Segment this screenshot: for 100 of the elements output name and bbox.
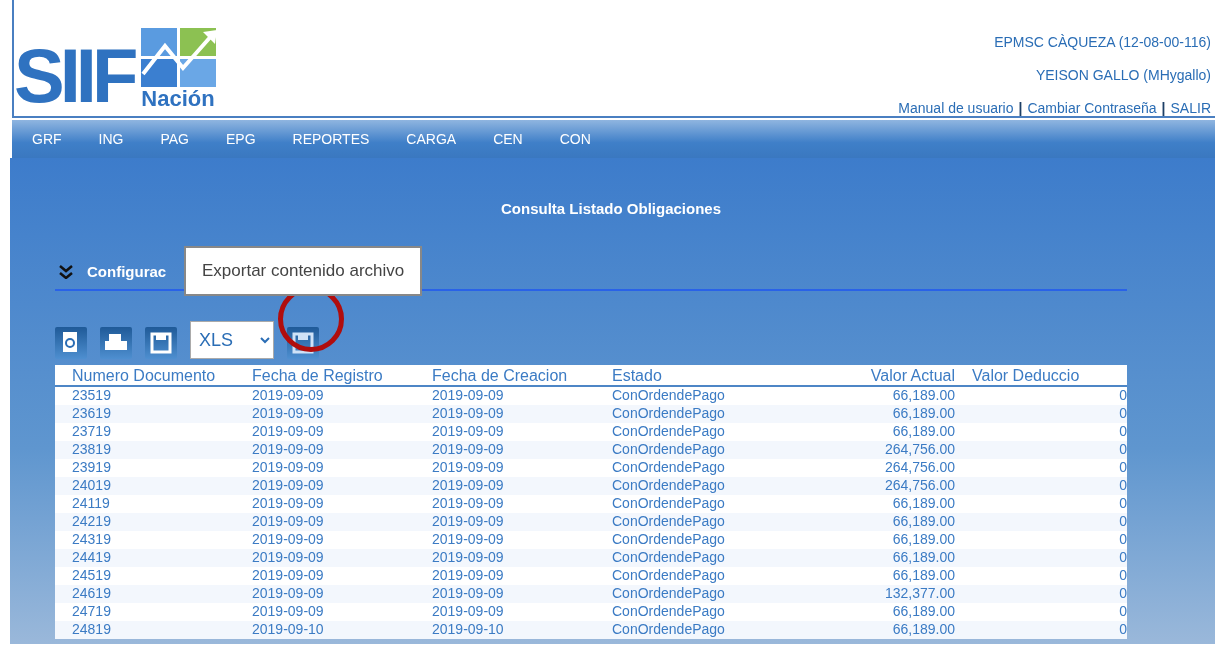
table-cell-text: 66,189.00	[891, 513, 955, 531]
table-cell-text: 23819	[71, 441, 112, 459]
table-cell-text: 264,756.00	[883, 459, 955, 477]
table-cell-text: 23619	[71, 405, 112, 423]
table-cell-text: 24819	[71, 621, 112, 639]
table-cell-text: 2019-09-09	[431, 585, 505, 603]
table-cell-text: 2019-09-09	[251, 567, 325, 585]
table-cell-text: 264,756.00	[883, 441, 955, 459]
table-cell-text: 2019-09-09	[431, 477, 505, 495]
table-cell-text: 2019-09-09	[431, 495, 505, 513]
table-cell-text: 2019-09-09	[251, 513, 325, 531]
table-cell-text: ConOrdendePago	[611, 405, 726, 423]
column-header[interactable]: Estado	[595, 365, 795, 385]
table-cell-text: 2019-09-09	[251, 549, 325, 567]
table-cell-text: 0	[1118, 441, 1127, 459]
column-header[interactable]: Valor Deduccio	[955, 365, 1127, 385]
table-cell-text: 0	[1118, 387, 1127, 405]
menu-item[interactable]: ING	[98, 128, 124, 150]
table-cell-text: 2019-09-09	[251, 441, 325, 459]
table-cell-text: 264,756.00	[883, 477, 955, 495]
menu-item[interactable]: EPG	[226, 128, 256, 150]
table-cell-text: 0	[1118, 513, 1127, 531]
table-cell-text: 2019-09-09	[251, 495, 325, 513]
table-cell-text: ConOrdendePago	[611, 441, 726, 459]
table-cell-text: ConOrdendePago	[611, 567, 726, 585]
header-link[interactable]: Cambiar Contraseña	[1027, 98, 1157, 119]
section-title: Configurac	[87, 261, 167, 282]
menu-item[interactable]: GRF	[32, 128, 62, 150]
table-cell-text: 2019-09-09	[251, 603, 325, 621]
table-cell-text: 23719	[71, 423, 112, 441]
table-cell-text: 2019-09-09	[431, 441, 505, 459]
table-cell-text: 0	[1118, 603, 1127, 621]
table-cell-text: 0	[1118, 531, 1127, 549]
table-cell-text: 0	[1118, 423, 1127, 441]
table-cell-text: 23519	[71, 387, 112, 405]
page-title: Consulta Listado Obligaciones	[500, 199, 722, 219]
table-cell-text: 2019-09-09	[251, 477, 325, 495]
table-cell-text: 2019-09-09	[251, 423, 325, 441]
user-label: YEISON GALLO (MHygallo)	[1034, 66, 1211, 85]
table-cell-text: 24719	[71, 603, 112, 621]
table-cell-text: 24519	[71, 567, 112, 585]
table-cell-text: 2019-09-09	[431, 387, 505, 405]
table-cell-text: 66,189.00	[891, 405, 955, 423]
table-cell-text: 66,189.00	[891, 423, 955, 441]
table-cell-text: ConOrdendePago	[611, 621, 726, 639]
menu-item[interactable]: CARGA	[406, 128, 457, 150]
table-cell-text: 24219	[71, 513, 112, 531]
table-cell-text: 0	[1118, 495, 1127, 513]
toolbar-button[interactable]	[100, 327, 132, 359]
logo-text: SIIF	[14, 41, 135, 110]
table-cell-text: 2019-09-09	[431, 531, 505, 549]
column-header[interactable]: Fecha de Registro	[235, 365, 415, 385]
menu-item[interactable]: CEN	[493, 128, 523, 150]
table-cell-text: 66,189.00	[891, 621, 955, 639]
menu-item[interactable]: CON	[559, 128, 591, 150]
table-cell-text: 24419	[71, 549, 112, 567]
table-cell-text: 66,189.00	[891, 603, 955, 621]
table-cell-text: 2019-09-09	[431, 423, 505, 441]
menu-item[interactable]: PAG	[160, 128, 189, 150]
table-cell-text: 2019-09-09	[431, 549, 505, 567]
table-cell-text: 2019-09-09	[251, 585, 325, 603]
table-cell-text: 2019-09-09	[251, 405, 325, 423]
toolbar-button[interactable]	[145, 327, 177, 359]
table-cell-text: 66,189.00	[891, 495, 955, 513]
table-cell-text: 2019-09-09	[251, 531, 325, 549]
table-cell-text: 0	[1118, 405, 1127, 423]
table-cell-text: 132,377.00	[883, 585, 955, 603]
header-link[interactable]: SALIR	[1170, 98, 1211, 119]
header-link[interactable]: Manual de usuario	[898, 98, 1014, 119]
table-cell-text: 66,189.00	[891, 549, 955, 567]
column-header[interactable]: Numero Documento	[55, 365, 235, 385]
format-select[interactable]: XLS	[190, 321, 274, 359]
table-cell-text: 0	[1118, 621, 1127, 639]
table-cell-text: ConOrdendePago	[611, 513, 726, 531]
table-cell-text: 24119	[71, 495, 111, 513]
toolbar-button[interactable]	[55, 327, 87, 359]
table-cell-text: 2019-09-09	[251, 459, 325, 477]
table-cell-text: ConOrdendePago	[611, 477, 726, 495]
table-cell-text: ConOrdendePago	[611, 549, 726, 567]
menu-item[interactable]: REPORTES	[292, 128, 370, 150]
table-cell-text: ConOrdendePago	[611, 387, 726, 405]
table-cell-text: 66,189.00	[891, 567, 955, 585]
table-cell-text: 2019-09-10	[251, 621, 325, 639]
link-separator: |	[1018, 99, 1023, 118]
table-cell-text: 2019-09-09	[431, 567, 505, 585]
table-cell-text: 2019-09-09	[431, 513, 505, 531]
logo-subtitle: Nación	[141, 88, 215, 110]
table-cell-text: ConOrdendePago	[611, 459, 726, 477]
table-cell-text: 0	[1118, 585, 1127, 603]
entity-label: EPMSC CÀQUEZA (12-08-00-116)	[993, 33, 1211, 52]
column-header[interactable]: Valor Actual	[795, 365, 955, 385]
table-cell-text: 0	[1118, 567, 1127, 585]
tooltip: Exportar contenido archivo	[184, 246, 423, 296]
double-chevron-icon[interactable]	[59, 264, 73, 279]
table-cell-text: 2019-09-09	[431, 459, 505, 477]
table-cell-text: 0	[1118, 549, 1127, 567]
table-cell-text: 2019-09-09	[431, 603, 505, 621]
column-header[interactable]: Fecha de Creacion	[415, 365, 595, 385]
table-cell-text: 0	[1118, 477, 1127, 495]
table-cell-text: 24619	[71, 585, 112, 603]
